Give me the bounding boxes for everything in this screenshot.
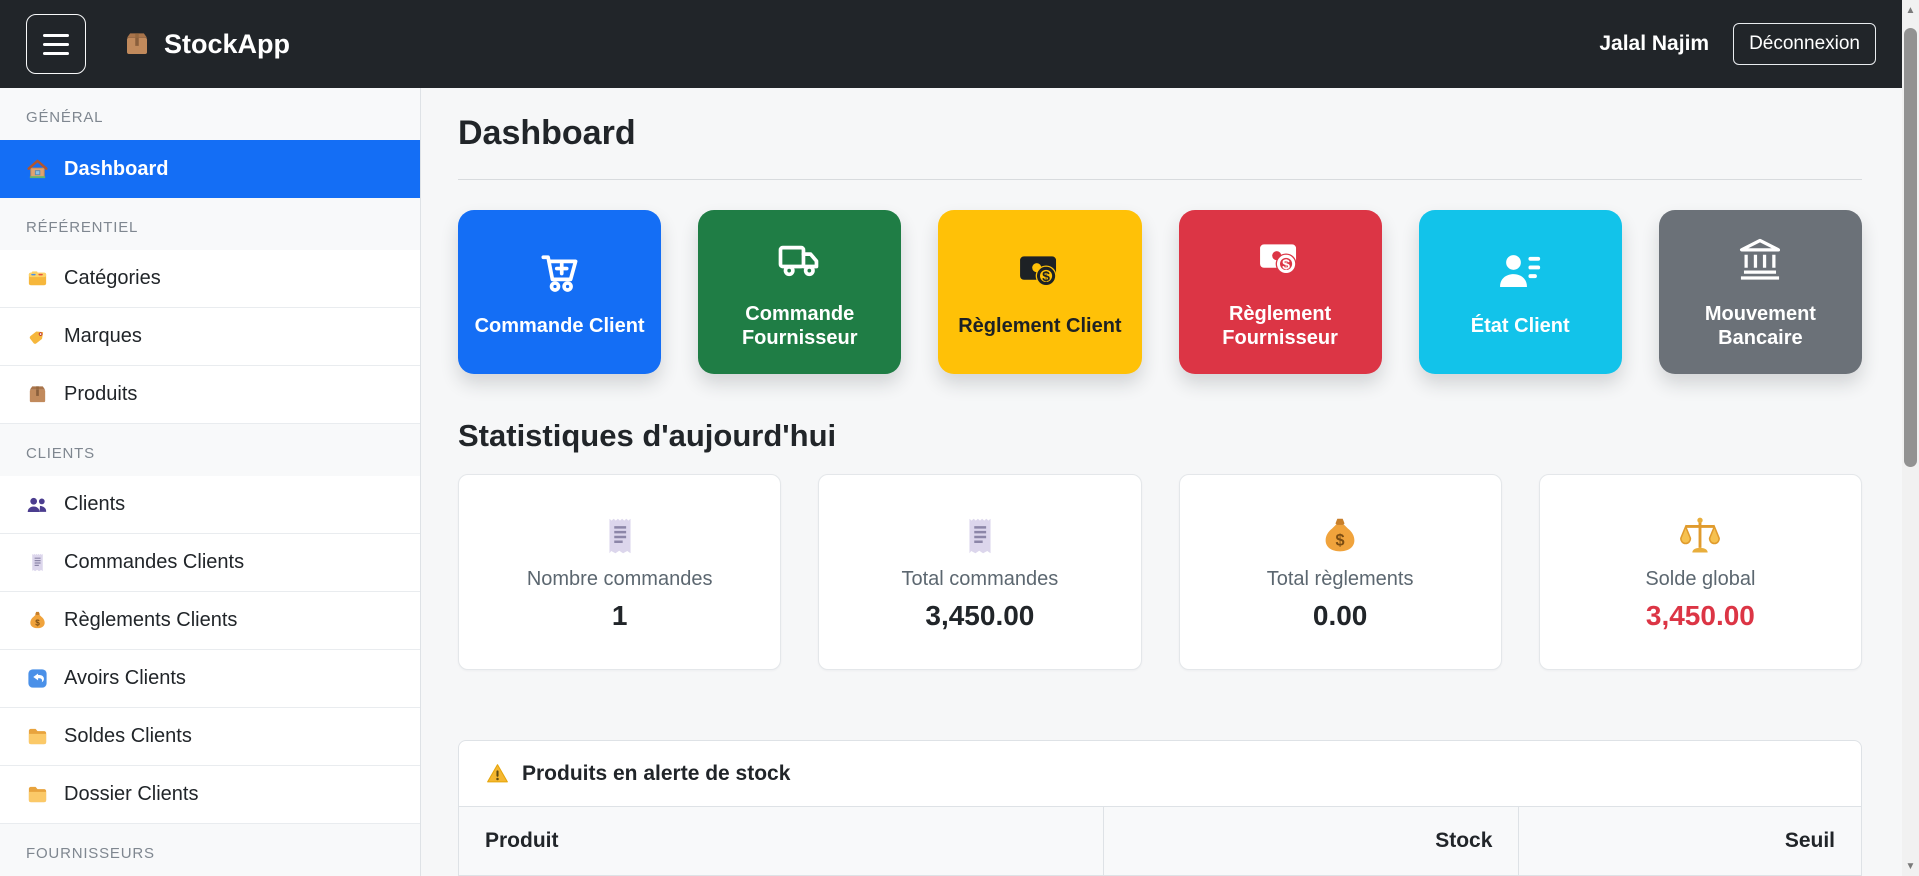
title-divider <box>458 179 1862 180</box>
sidebar-item-label: Dashboard <box>64 157 169 180</box>
folder-icon <box>26 725 49 748</box>
sidebar-item-dossier-clients[interactable]: Dossier Clients <box>0 766 420 824</box>
receipt-icon <box>597 513 643 559</box>
quick-action-mouvement-bancaire[interactable]: Mouvement Bancaire <box>1658 210 1862 374</box>
quick-action-label: Règlement Fournisseur <box>1222 303 1338 349</box>
app-brand: StockApp <box>122 29 290 60</box>
app-title: StockApp <box>164 28 291 59</box>
quick-action-label: Règlement Client <box>958 315 1122 337</box>
stock-alert-title: Produits en alerte de stock <box>522 761 791 785</box>
top-navbar: StockApp Jalal Najim Déconnexion <box>0 0 1902 88</box>
quick-action-label: Commande Fournisseur <box>741 303 858 349</box>
column-header-stock: Stock <box>1103 806 1519 876</box>
stat-cards: Nombre commandes 1 Total commandes 3,450… <box>458 474 1862 670</box>
svg-text:$: $ <box>35 618 40 627</box>
stat-card-total-reglements: $ Total règlements 0.00 <box>1178 474 1502 670</box>
page-title: Dashboard <box>458 114 636 152</box>
scroll-down-arrow-icon[interactable]: ▼ <box>1902 858 1919 874</box>
svg-text:$: $ <box>1336 531 1345 549</box>
sidebar-section-general: GÉNÉRAL <box>26 109 104 126</box>
quick-action-etat-client[interactable]: État Client <box>1418 210 1622 374</box>
user-name: Jalal Najim <box>1599 32 1710 55</box>
sidebar-item-label: Avoirs Clients <box>64 667 186 689</box>
stat-label: Nombre commandes <box>526 567 713 590</box>
sidebar-item-avoirs-clients[interactable]: Avoirs Clients <box>0 650 420 708</box>
sidebar-item-label: Commandes Clients <box>64 551 245 573</box>
sidebar-item-label: Marques <box>64 325 142 347</box>
main-content: Dashboard Commande Client Commande Fourn… <box>421 88 1902 876</box>
column-header-seuil: Seuil <box>1518 806 1861 876</box>
receipt-icon <box>957 513 1003 559</box>
sidebar-section-clients: CLIENTS <box>26 445 95 462</box>
receipt-icon <box>26 551 49 574</box>
money-bill-icon: $ <box>1014 246 1066 298</box>
hamburger-menu-button[interactable] <box>26 14 86 74</box>
sidebar-item-label: Dossier Clients <box>64 783 199 805</box>
hamburger-icon <box>43 33 69 37</box>
sidebar-item-label: Soldes Clients <box>64 725 192 747</box>
package-icon <box>122 29 152 59</box>
users-icon <box>26 493 49 516</box>
stat-card-solde-global: Solde global 3,450.00 <box>1538 474 1862 670</box>
sidebar-item-commandes-clients[interactable]: Commandes Clients <box>0 534 420 592</box>
stat-value: 0.00 <box>1312 599 1368 631</box>
tag-icon <box>26 325 49 348</box>
stats-title: Statistiques d'aujourd'hui <box>458 418 837 453</box>
stock-alert-header: Produits en alerte de stock <box>459 741 1861 806</box>
house-icon <box>26 158 49 181</box>
stat-value: 3,450.00 <box>925 599 1035 631</box>
sidebar-section-fournisseurs: FOURNISSEURS <box>26 845 155 862</box>
package-icon <box>26 383 49 406</box>
logout-button[interactable]: Déconnexion <box>1733 23 1876 65</box>
quick-action-commande-client[interactable]: Commande Client <box>458 210 662 374</box>
sidebar-item-dashboard[interactable]: Dashboard <box>0 140 420 198</box>
sidebar: GÉNÉRAL Dashboard RÉFÉRENTIEL Catégories… <box>0 88 421 876</box>
sidebar-item-label: Produits <box>64 383 138 405</box>
svg-text:$: $ <box>1282 256 1290 272</box>
scale-icon <box>1677 513 1723 559</box>
warning-icon <box>485 761 510 786</box>
money-bag-icon: $ <box>26 609 49 632</box>
quick-action-commande-fournisseur[interactable]: Commande Fournisseur <box>698 210 902 374</box>
scroll-up-arrow-icon[interactable]: ▲ <box>1902 2 1919 18</box>
money-bill-icon: $ <box>1254 234 1306 286</box>
quick-actions: Commande Client Commande Fournisseur $ R… <box>458 210 1862 374</box>
sidebar-item-label: Clients <box>64 493 126 515</box>
folder-icon <box>26 783 49 806</box>
sidebar-item-soldes-clients[interactable]: Soldes Clients <box>0 708 420 766</box>
sidebar-item-label: Règlements Clients <box>64 609 238 631</box>
quick-action-label: Commande Client <box>474 315 645 337</box>
vertical-scrollbar[interactable]: ▲ ▼ <box>1902 0 1919 876</box>
scrollbar-thumb[interactable] <box>1904 28 1917 467</box>
stat-label: Total règlements <box>1266 567 1414 590</box>
card-index-icon <box>26 267 49 290</box>
sidebar-item-label: Catégories <box>64 267 161 289</box>
bank-icon <box>1734 234 1786 286</box>
money-bag-icon: $ <box>1317 513 1363 559</box>
stat-value: 3,450.00 <box>1645 599 1755 631</box>
sidebar-item-produits[interactable]: Produits <box>0 366 420 424</box>
quick-action-label: Mouvement Bancaire <box>1704 303 1816 349</box>
stat-card-nombre-commandes: Nombre commandes 1 <box>458 474 782 670</box>
sidebar-section-referentiel: RÉFÉRENTIEL <box>26 219 139 236</box>
stock-alert-card: Produits en alerte de stock Produit Stoc… <box>458 740 1862 876</box>
quick-action-reglement-fournisseur[interactable]: $ Règlement Fournisseur <box>1178 210 1382 374</box>
stock-alert-table: Produit Stock Seuil <box>459 806 1861 876</box>
stat-value: 1 <box>611 599 628 631</box>
stat-label: Total commandes <box>901 567 1059 590</box>
svg-text:$: $ <box>1042 268 1050 284</box>
stat-card-total-commandes: Total commandes 3,450.00 <box>818 474 1142 670</box>
return-arrow-icon <box>26 667 49 690</box>
truck-icon <box>774 234 826 286</box>
user-lines-icon <box>1494 246 1546 298</box>
cart-plus-icon <box>534 246 586 298</box>
sidebar-item-clients[interactable]: Clients <box>0 476 420 534</box>
sidebar-item-marques[interactable]: Marques <box>0 308 420 366</box>
quick-action-label: État Client <box>1470 315 1570 337</box>
sidebar-item-reglements-clients[interactable]: $ Règlements Clients <box>0 592 420 650</box>
sidebar-item-categories[interactable]: Catégories <box>0 250 420 308</box>
column-header-produit: Produit <box>459 806 1104 876</box>
quick-action-reglement-client[interactable]: $ Règlement Client <box>938 210 1142 374</box>
stat-label: Solde global <box>1645 567 1756 590</box>
